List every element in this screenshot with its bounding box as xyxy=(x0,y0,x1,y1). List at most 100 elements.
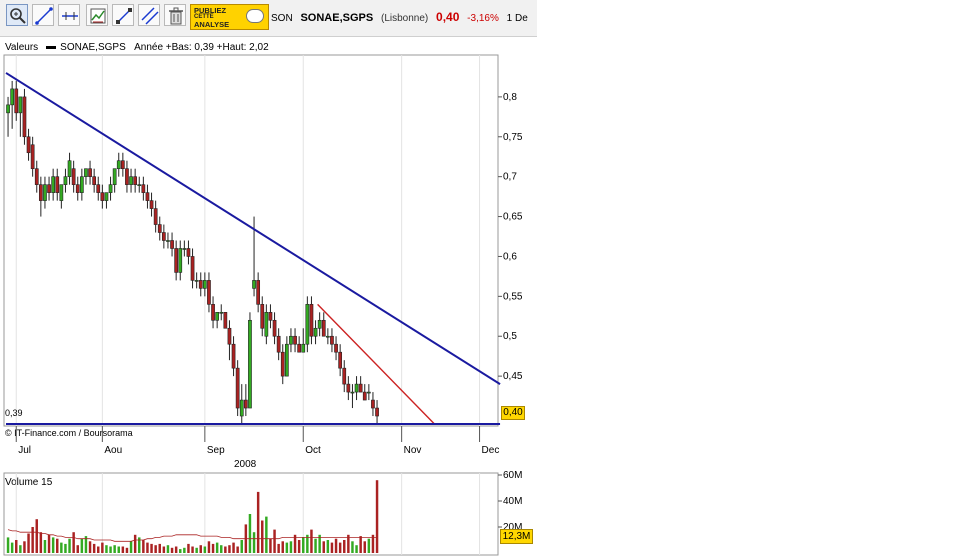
volume-bar xyxy=(187,543,190,553)
candle-down xyxy=(362,391,367,401)
price-chart[interactable]: 0,8 0,75 0,7 0,65 0,6 0,55 0,5 0,45 Jul Aou Sep Oc… xyxy=(0,0,537,480)
volume-bar xyxy=(326,540,330,553)
candle-down xyxy=(88,168,92,177)
vol-y-tick-label: 40M xyxy=(503,496,522,507)
y-tick-label: 0,75 xyxy=(503,132,523,143)
candle-up xyxy=(104,192,109,201)
candle-up xyxy=(305,304,310,345)
volume-bar xyxy=(10,542,14,553)
volume-bar xyxy=(220,545,223,553)
volume-bar xyxy=(68,538,71,553)
candle-down xyxy=(174,248,179,273)
candle-up xyxy=(202,280,207,289)
volume-bar xyxy=(92,543,96,553)
candle-down xyxy=(26,136,31,154)
candle-down xyxy=(334,343,338,353)
candle-down xyxy=(231,343,236,369)
volume-plot-area xyxy=(3,472,499,556)
volume-bar xyxy=(170,547,174,553)
volume-bar xyxy=(64,543,67,553)
candle-down xyxy=(211,304,215,321)
candle-up xyxy=(325,335,330,338)
candle-down xyxy=(256,280,261,305)
candle-down xyxy=(30,144,35,169)
volume-bar xyxy=(252,532,256,553)
candle-up xyxy=(366,391,371,394)
candle-up xyxy=(350,391,355,394)
candle-down xyxy=(145,192,150,201)
volume-bar xyxy=(343,540,346,553)
last-volume-badge: 12,3M xyxy=(500,529,533,544)
candle-down xyxy=(120,160,125,169)
volume-bar xyxy=(244,524,248,553)
volume-bar xyxy=(183,547,186,553)
candle-down xyxy=(96,184,101,193)
volume-bar xyxy=(371,534,375,553)
candle-down xyxy=(22,96,27,138)
volume-bar xyxy=(191,546,194,553)
y-tick-label: 0,5 xyxy=(503,331,517,342)
candle-down xyxy=(100,192,105,201)
candle-up xyxy=(43,184,47,201)
candle-down xyxy=(223,312,228,329)
candle-down xyxy=(133,176,138,185)
volume-bar xyxy=(314,538,317,553)
volume-bar xyxy=(375,480,379,553)
candle-down xyxy=(92,176,97,185)
volume-bar xyxy=(363,541,366,553)
candle-down xyxy=(371,399,375,409)
candle-up xyxy=(166,240,170,242)
candle-up xyxy=(67,160,72,177)
volume-bar xyxy=(334,538,338,553)
volume-bar xyxy=(27,533,30,553)
candle-down xyxy=(358,383,363,393)
candle-down xyxy=(243,399,248,409)
volume-bar xyxy=(310,529,313,553)
trendline-minor-resistance[interactable] xyxy=(317,303,435,425)
volume-bar xyxy=(158,543,161,553)
candle-down xyxy=(338,351,343,369)
volume-bar xyxy=(51,537,55,553)
candle-up xyxy=(239,399,244,417)
volume-bar xyxy=(125,547,129,553)
volume-bar xyxy=(351,541,354,553)
candle-down xyxy=(342,367,347,385)
candle-up xyxy=(137,184,142,186)
volume-bar xyxy=(154,545,157,553)
candle-up xyxy=(129,176,133,185)
candle-up xyxy=(215,312,220,321)
candle-down xyxy=(149,200,154,209)
candle-down xyxy=(297,343,302,353)
candle-down xyxy=(153,208,158,225)
trendline-major-resistance[interactable] xyxy=(5,72,501,385)
volume-bar xyxy=(240,540,243,553)
volume-bar xyxy=(105,545,108,553)
candle-down xyxy=(309,304,314,337)
candle-down xyxy=(170,240,174,249)
candle-up xyxy=(59,184,64,201)
candle-down xyxy=(34,168,39,185)
candle-down xyxy=(293,335,297,345)
volume-bar xyxy=(318,534,321,553)
candle-up xyxy=(112,168,117,185)
volume-bar xyxy=(113,545,116,553)
candle-down xyxy=(280,351,285,377)
volume-bar xyxy=(15,540,18,553)
y-tick-label: 0,6 xyxy=(503,251,517,262)
volume-bar xyxy=(174,546,178,553)
candle-down xyxy=(235,367,240,409)
volume-bar xyxy=(203,546,207,553)
candle-down xyxy=(38,184,43,201)
volume-bar xyxy=(129,541,133,553)
candle-down xyxy=(125,168,129,185)
candle-down xyxy=(272,319,277,337)
candle-up xyxy=(182,248,187,250)
volume-bar xyxy=(347,534,350,553)
x-tick-label: Oct xyxy=(305,445,321,456)
candle-down xyxy=(186,248,191,257)
volume-bar xyxy=(35,519,38,553)
volume-bar xyxy=(297,540,301,553)
volume-bar xyxy=(269,538,272,553)
volume-bar xyxy=(248,514,252,553)
candle-down xyxy=(141,184,146,193)
